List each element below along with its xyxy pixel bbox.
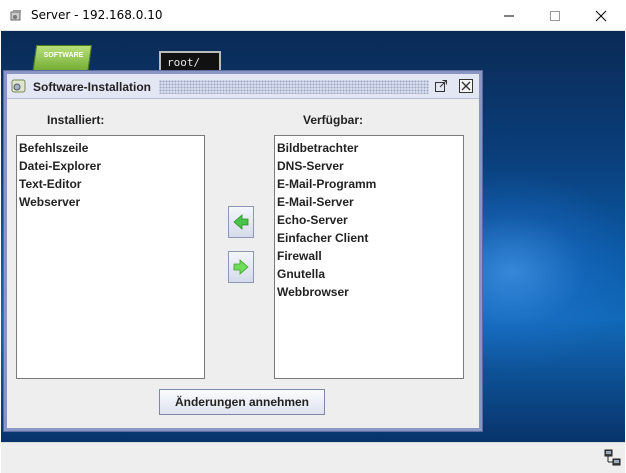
app-icon xyxy=(9,9,23,23)
available-item[interactable]: E-Mail-Programm xyxy=(275,175,463,193)
installed-label: Installiert: xyxy=(47,113,105,127)
installed-list[interactable]: Befehlszeile Datei-Explorer Text-Editor … xyxy=(16,135,205,379)
available-item[interactable]: Bildbetrachter xyxy=(275,139,463,157)
installed-item[interactable]: Text-Editor xyxy=(17,175,204,193)
apply-changes-button[interactable]: Änderungen annehmen xyxy=(159,389,325,415)
maximize-icon xyxy=(550,11,560,21)
available-item[interactable]: Gnutella xyxy=(275,265,463,283)
installed-item[interactable]: Befehlszeile xyxy=(17,139,204,157)
installed-item[interactable]: Webserver xyxy=(17,193,204,211)
dialog-close-icon[interactable] xyxy=(459,79,473,93)
dialog-title: Software-Installation xyxy=(33,80,156,94)
minimize-icon xyxy=(504,15,514,17)
software-installation-dialog: Software-Installation Installiert: Verfü… xyxy=(4,71,482,431)
available-item[interactable]: Einfacher Client xyxy=(275,229,463,247)
terminal-icon-label: root/ xyxy=(167,56,201,69)
dialog-titlebar-grip xyxy=(159,80,429,94)
arrow-right-icon xyxy=(233,259,249,275)
window-title: Server - 192.168.0.10 xyxy=(31,8,163,22)
install-button[interactable] xyxy=(228,206,254,238)
available-item[interactable]: Webbrowser xyxy=(275,283,463,301)
available-label: Verfügbar: xyxy=(303,113,364,127)
close-icon xyxy=(595,10,607,22)
arrow-left-icon xyxy=(233,214,249,230)
maximize-button[interactable] xyxy=(532,0,578,31)
available-item[interactable]: DNS-Server xyxy=(275,157,463,175)
detach-icon[interactable] xyxy=(434,79,448,93)
window-titlebar: Server - 192.168.0.10 xyxy=(0,0,626,31)
available-list[interactable]: Bildbetrachter DNS-Server E-Mail-Program… xyxy=(274,135,464,379)
minimize-button[interactable] xyxy=(486,0,532,31)
available-item[interactable]: Firewall xyxy=(275,247,463,265)
installed-item[interactable]: Datei-Explorer xyxy=(17,157,204,175)
close-button[interactable] xyxy=(578,0,624,31)
dialog-titlebar[interactable]: Software-Installation xyxy=(7,74,479,99)
status-bar xyxy=(1,442,625,473)
uninstall-button[interactable] xyxy=(228,251,254,283)
network-icon[interactable] xyxy=(604,449,622,467)
software-icon-label: SOFTWARE xyxy=(43,52,84,59)
available-item[interactable]: E-Mail-Server xyxy=(275,193,463,211)
available-item[interactable]: Echo-Server xyxy=(275,211,463,229)
dialog-icon xyxy=(11,78,27,94)
